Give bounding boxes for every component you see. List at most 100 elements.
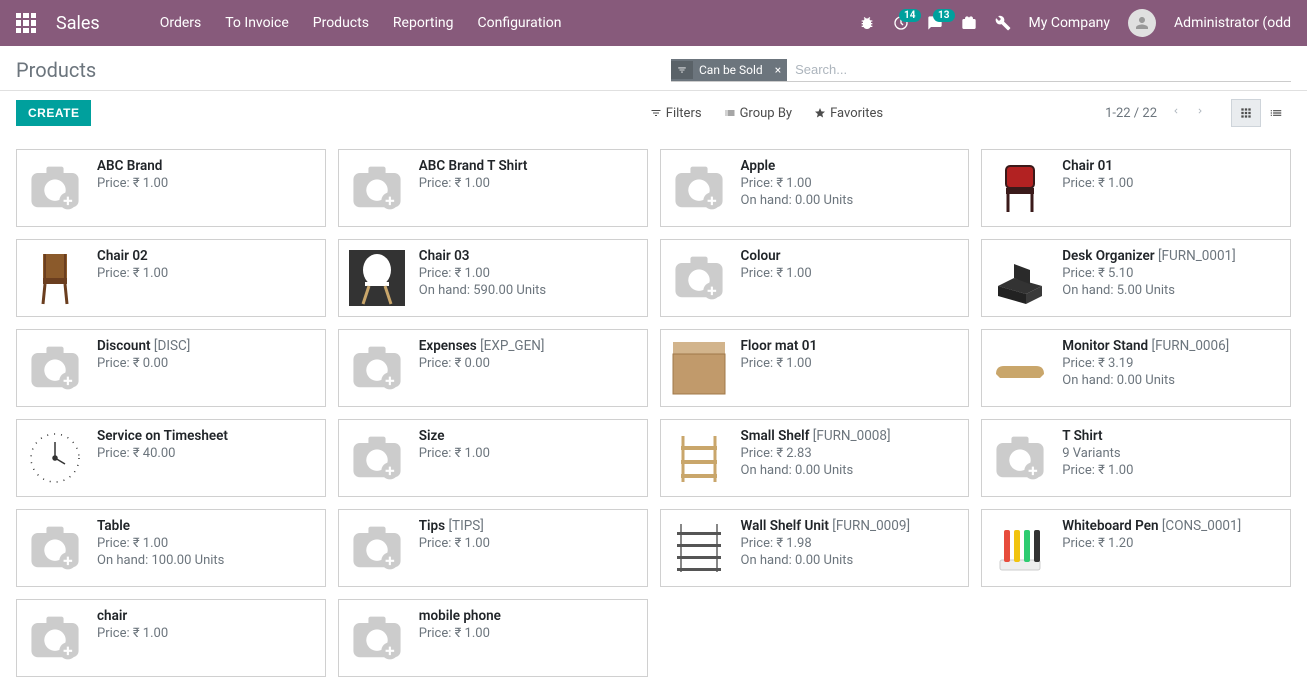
- product-title: Service on Timesheet: [97, 428, 317, 444]
- apps-icon[interactable]: [16, 13, 36, 33]
- product-onhand: On hand: 0.00 Units: [741, 553, 961, 568]
- product-onhand: On hand: 0.00 Units: [741, 463, 961, 478]
- filters-button[interactable]: Filters: [650, 106, 702, 121]
- product-title: Chair 03: [419, 248, 639, 264]
- product-title: Chair 01: [1062, 158, 1282, 174]
- menu-to-invoice[interactable]: To Invoice: [225, 15, 289, 31]
- product-thumbnail: [669, 338, 729, 398]
- product-price: Price: ₹ 1.00: [1062, 176, 1282, 191]
- product-card[interactable]: Tips [TIPS]Price: ₹ 1.00: [338, 509, 648, 587]
- product-price: Price: ₹ 5.10: [1062, 266, 1282, 281]
- toolbar: CREATE Filters Group By Favorites 1-22 /…: [0, 91, 1307, 137]
- product-sku: [DISC]: [151, 338, 191, 354]
- chat-badge: 13: [933, 9, 954, 22]
- product-body: mobile phonePrice: ₹ 1.00: [419, 608, 639, 668]
- product-price: Price: ₹ 1.00: [97, 626, 317, 641]
- product-body: Expenses [EXP_GEN]Price: ₹ 0.00: [419, 338, 639, 398]
- favorites-button[interactable]: Favorites: [814, 106, 883, 121]
- product-card[interactable]: ColourPrice: ₹ 1.00: [660, 239, 970, 317]
- product-card[interactable]: chair Price: ₹ 1.00: [16, 599, 326, 677]
- favorites-label: Favorites: [830, 106, 883, 121]
- create-button[interactable]: CREATE: [16, 100, 91, 126]
- product-thumbnail: [25, 158, 85, 218]
- search-input[interactable]: [787, 58, 1291, 81]
- filter-icon: [671, 61, 693, 79]
- kanban-view-button[interactable]: [1231, 99, 1261, 127]
- menu-reporting[interactable]: Reporting: [393, 15, 454, 31]
- product-price: Price: ₹ 3.19: [1062, 356, 1282, 371]
- menu-orders[interactable]: Orders: [160, 15, 202, 31]
- product-thumbnail: [669, 158, 729, 218]
- product-title: Table: [97, 518, 317, 534]
- activity-icon[interactable]: 14: [893, 15, 909, 31]
- product-card[interactable]: Chair 03Price: ₹ 1.00On hand: 590.00 Uni…: [338, 239, 648, 317]
- product-card[interactable]: Floor mat 01Price: ₹ 1.00: [660, 329, 970, 407]
- product-card[interactable]: Wall Shelf Unit [FURN_0009]Price: ₹ 1.98…: [660, 509, 970, 587]
- pager: 1-22 / 22: [1105, 100, 1209, 126]
- product-body: Chair 01 Price: ₹ 1.00: [1062, 158, 1282, 218]
- product-title: Small Shelf [FURN_0008]: [741, 428, 961, 444]
- product-price: Price: ₹ 2.83: [741, 446, 961, 461]
- product-title: Whiteboard Pen [CONS_0001]: [1062, 518, 1282, 534]
- product-thumbnail: [347, 428, 407, 488]
- product-card[interactable]: Chair 01 Price: ₹ 1.00: [981, 149, 1291, 227]
- product-body: TablePrice: ₹ 1.00On hand: 100.00 Units: [97, 518, 317, 578]
- product-card[interactable]: Chair 02Price: ₹ 1.00: [16, 239, 326, 317]
- product-thumbnail: [347, 338, 407, 398]
- product-card[interactable]: TablePrice: ₹ 1.00On hand: 100.00 Units: [16, 509, 326, 587]
- user-avatar[interactable]: [1128, 9, 1156, 37]
- menu-products[interactable]: Products: [313, 15, 369, 31]
- product-price: Price: ₹ 0.00: [419, 356, 639, 371]
- product-card[interactable]: Expenses [EXP_GEN]Price: ₹ 0.00: [338, 329, 648, 407]
- company-name[interactable]: My Company: [1029, 15, 1111, 31]
- filter-chip-label: Can be Sold: [693, 63, 769, 77]
- product-card[interactable]: Desk Organizer [FURN_0001]Price: ₹ 5.10O…: [981, 239, 1291, 317]
- product-card[interactable]: Service on TimesheetPrice: ₹ 40.00: [16, 419, 326, 497]
- product-onhand: On hand: 100.00 Units: [97, 553, 317, 568]
- product-card[interactable]: T Shirt9 VariantsPrice: ₹ 1.00: [981, 419, 1291, 497]
- product-body: ABC Brand T ShirtPrice: ₹ 1.00: [419, 158, 639, 218]
- product-card[interactable]: Discount [DISC]Price: ₹ 0.00: [16, 329, 326, 407]
- brand[interactable]: Sales: [56, 13, 100, 34]
- list-view-button[interactable]: [1261, 99, 1291, 127]
- product-sku: [TIPS]: [445, 518, 484, 534]
- pager-next[interactable]: [1191, 100, 1209, 126]
- product-card[interactable]: mobile phonePrice: ₹ 1.00: [338, 599, 648, 677]
- product-sku: [FURN_0008]: [809, 428, 890, 444]
- product-title: Chair 02: [97, 248, 317, 264]
- product-thumbnail: [990, 338, 1050, 398]
- product-onhand: On hand: 0.00 Units: [1062, 373, 1282, 388]
- product-thumbnail: [347, 158, 407, 218]
- product-body: ABC BrandPrice: ₹ 1.00: [97, 158, 317, 218]
- gift-icon[interactable]: [961, 15, 977, 31]
- product-body: ColourPrice: ₹ 1.00: [741, 248, 961, 308]
- product-body: T Shirt9 VariantsPrice: ₹ 1.00: [1062, 428, 1282, 488]
- product-title: Monitor Stand [FURN_0006]: [1062, 338, 1282, 354]
- product-title: Size: [419, 428, 639, 444]
- product-card[interactable]: Whiteboard Pen [CONS_0001]Price: ₹ 1.20: [981, 509, 1291, 587]
- product-card[interactable]: Monitor Stand [FURN_0006] Price: ₹ 3.19 On…: [981, 329, 1291, 407]
- product-card[interactable]: ABC Brand T ShirtPrice: ₹ 1.00: [338, 149, 648, 227]
- groupby-button[interactable]: Group By: [724, 106, 793, 121]
- bug-icon[interactable]: [859, 15, 875, 31]
- top-navbar: Sales Orders To Invoice Products Reporti…: [0, 0, 1307, 46]
- product-card[interactable]: Small Shelf [FURN_0008] Price: ₹ 2.83 On h…: [660, 419, 970, 497]
- product-card[interactable]: ABC BrandPrice: ₹ 1.00: [16, 149, 326, 227]
- pager-prev[interactable]: [1167, 100, 1185, 126]
- product-title: Floor mat 01: [741, 338, 961, 354]
- product-title: chair: [97, 608, 317, 624]
- product-thumbnail: [347, 608, 407, 668]
- product-price: Price: ₹ 1.00: [741, 176, 961, 191]
- user-name[interactable]: Administrator (odd: [1174, 15, 1291, 31]
- product-card[interactable]: ApplePrice: ₹ 1.00On hand: 0.00 Units: [660, 149, 970, 227]
- menu-configuration[interactable]: Configuration: [477, 15, 561, 31]
- product-body: Tips [TIPS]Price: ₹ 1.00: [419, 518, 639, 578]
- product-price: Price: ₹ 1.00: [97, 176, 317, 191]
- tools-icon[interactable]: [995, 15, 1011, 31]
- product-thumbnail: [25, 518, 85, 578]
- activity-badge: 14: [899, 9, 920, 22]
- filter-chip-close[interactable]: ×: [769, 63, 787, 77]
- chat-icon[interactable]: 13: [927, 15, 943, 31]
- product-card[interactable]: SizePrice: ₹ 1.00: [338, 419, 648, 497]
- pager-text: 1-22 / 22: [1105, 106, 1157, 121]
